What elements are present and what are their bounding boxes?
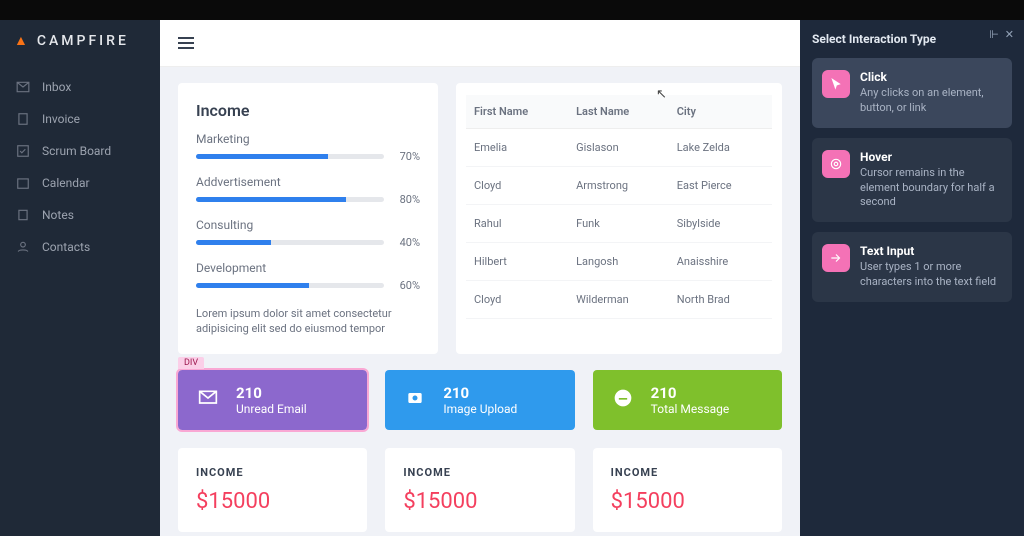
bar-label: Addvertisement [196,175,420,189]
flame-icon: ▲ [14,32,31,49]
option-title: Click [860,70,1002,84]
panel-pin-icon[interactable]: ⊩ [989,28,999,41]
bar-label: Consulting [196,218,420,232]
income-value: $15000 [196,489,349,514]
interaction-option-click[interactable]: Click Any clicks on an element, button, o… [812,58,1012,128]
table-row[interactable]: HilbertLangoshAnaisshire [466,242,772,280]
interaction-option-text-input[interactable]: Text Input User types 1 or more character… [812,232,1012,302]
check-icon [16,144,30,158]
table-header[interactable]: Last Name [568,95,669,129]
option-desc: User types 1 or more characters into the… [860,260,1002,290]
nav-item-inbox[interactable]: Inbox [0,71,160,103]
table-row[interactable]: EmeliaGislasonLake Zelda [466,128,772,166]
income-label: INCOME [403,466,556,479]
income-box: INCOME $15000 [593,448,782,532]
stat-tile[interactable]: 210Total Message [593,370,782,430]
bar-pct: 60% [394,279,420,292]
stat-tile[interactable]: 210Image Upload [385,370,574,430]
table-header[interactable]: First Name [466,95,568,129]
tile-icon [194,388,222,412]
tile-text: Unread Email [236,402,307,416]
table-row[interactable]: RahulFunkSibylside [466,204,772,242]
tile-text: Total Message [651,402,730,416]
panel-title: Select Interaction Type [812,32,1012,46]
progress-bar [196,154,384,159]
panel-close-icon[interactable]: ✕ [1005,28,1014,41]
table-header[interactable]: City [669,95,772,129]
income-label: INCOME [611,466,764,479]
file-icon [16,112,30,126]
progress-bar [196,283,384,288]
option-title: Text Input [860,244,1002,258]
header [160,20,800,67]
tile-number: 210 [651,384,730,402]
nav-item-contacts[interactable]: Contacts [0,231,160,263]
table-card: ↖ First NameLast NameCity EmeliaGislason… [456,83,782,355]
cursor-icon: ↖ [656,87,667,102]
brand: ▲ CAMPFIRE [0,20,160,61]
income-card: Income Marketing 70% Addvertisement 80% Co… [178,83,438,355]
option-icon [822,244,850,272]
interaction-option-hover[interactable]: Hover Cursor remains in the element bound… [812,138,1012,223]
tile-text: Image Upload [443,402,517,416]
income-value: $15000 [611,489,764,514]
bar-pct: 80% [394,193,420,206]
bar-label: Marketing [196,132,420,146]
bar-label: Development [196,261,420,275]
nav-item-calendar[interactable]: Calendar [0,167,160,199]
interaction-panel: ⊩ ✕ Select Interaction Type Click Any cli… [800,20,1024,536]
table-row[interactable]: CloydArmstrongEast Pierce [466,166,772,204]
option-title: Hover [860,150,1002,164]
nav-item-invoice[interactable]: Invoice [0,103,160,135]
option-desc: Any clicks on an element, button, or lin… [860,86,1002,116]
menu-toggle[interactable] [178,37,194,49]
progress-bar [196,197,384,202]
income-title: Income [196,101,420,120]
tile-icon [401,388,429,412]
income-lorem: Lorem ipsum dolor sit amet consectetur a… [196,306,420,337]
contacts-icon [16,240,30,254]
income-box: INCOME $15000 [385,448,574,532]
option-icon [822,70,850,98]
nav-item-scrumboard[interactable]: Scrum Board [0,135,160,167]
progress-bar [196,240,384,245]
sidebar: ▲ CAMPFIRE Inbox Invoice Scrum Board Cal… [0,20,160,536]
nav: Inbox Invoice Scrum Board Calendar Notes… [0,61,160,273]
table-row[interactable]: CloydWildermanNorth Brad [466,280,772,318]
income-box: INCOME $15000 [178,448,367,532]
income-label: INCOME [196,466,349,479]
option-icon [822,150,850,178]
tile-number: 210 [443,384,517,402]
bar-pct: 40% [394,236,420,249]
tile-icon [609,388,637,412]
income-value: $15000 [403,489,556,514]
tile-number: 210 [236,384,307,402]
bar-pct: 70% [394,150,420,163]
option-desc: Cursor remains in the element boundary f… [860,166,1002,211]
stat-tile[interactable]: 210Unread Email [178,370,367,430]
notes-icon [16,208,30,222]
selection-tag: DIV [178,357,204,369]
nav-item-notes[interactable]: Notes [0,199,160,231]
mail-icon [16,80,30,94]
brand-text: CAMPFIRE [37,33,129,49]
people-table: First NameLast NameCity EmeliaGislasonLa… [466,95,772,319]
calendar-icon [16,176,30,190]
